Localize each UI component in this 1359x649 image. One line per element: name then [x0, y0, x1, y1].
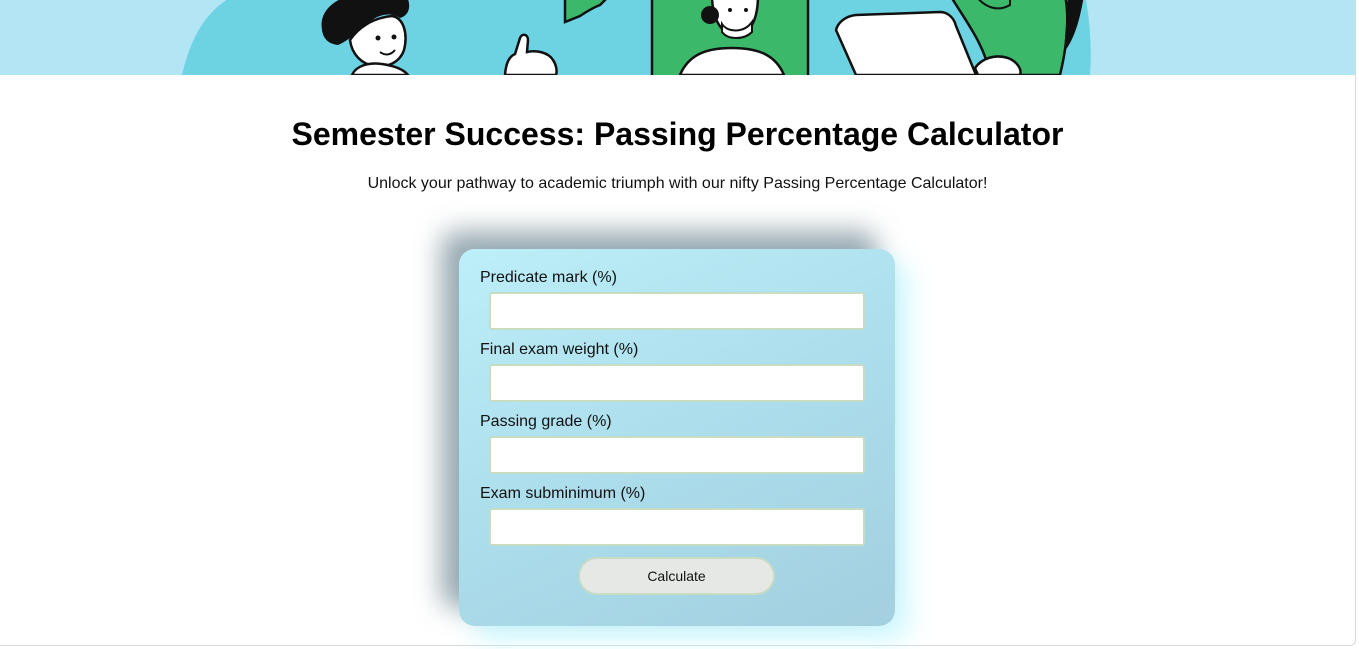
page-subtitle: Unlock your pathway to academic triumph … [367, 175, 988, 192]
passing-grade-label: Passing grade (%) [480, 413, 612, 430]
page: Semester Success: Passing Percentage Cal… [0, 0, 1356, 646]
page-title: Semester Success: Passing Percentage Cal… [291, 116, 1064, 152]
predicate-mark-input[interactable] [489, 292, 865, 330]
calculate-button[interactable]: Calculate [578, 557, 775, 595]
final-exam-weight-input[interactable] [489, 364, 865, 402]
exam-subminimum-input[interactable] [489, 508, 865, 546]
calculator-card: Predicate mark (%) Final exam weight (%)… [459, 249, 895, 626]
passing-grade-input[interactable] [489, 436, 865, 474]
header-banner [0, 0, 1355, 75]
final-exam-weight-label: Final exam weight (%) [480, 341, 639, 358]
exam-subminimum-label: Exam subminimum (%) [480, 485, 646, 502]
people-illustration [182, 0, 1091, 75]
predicate-mark-label: Predicate mark (%) [480, 269, 617, 286]
